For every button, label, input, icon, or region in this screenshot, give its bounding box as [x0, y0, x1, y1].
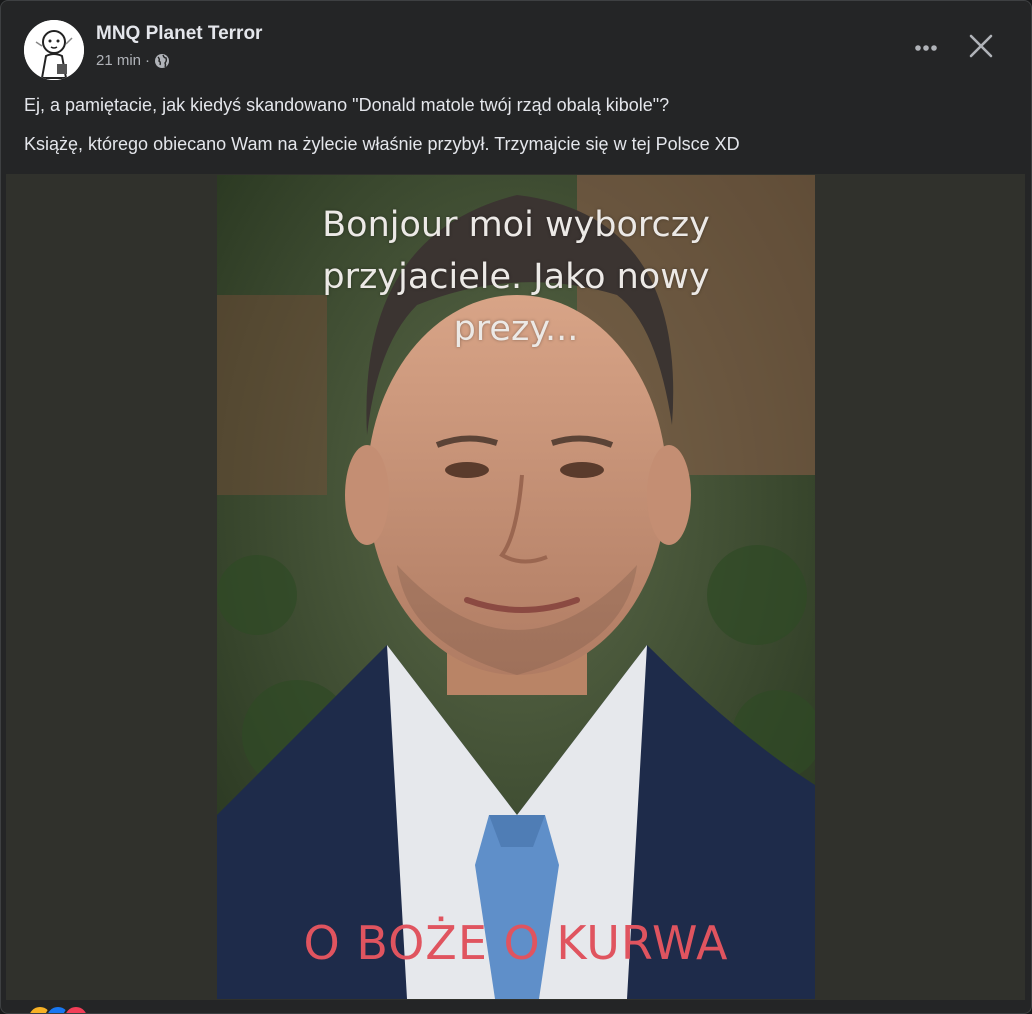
close-button[interactable]	[961, 28, 1001, 68]
post-header: MNQ Planet Terror 21 min ·	[1, 1, 1031, 91]
more-horizontal-icon	[914, 39, 938, 57]
post-text: Ej, a pamiętacie, jak kiedyś skandowano …	[24, 93, 1011, 171]
meme-image[interactable]: Bonjour moi wyborczy przyjaciele. Jako n…	[217, 175, 815, 999]
meta-separator: ·	[145, 52, 151, 69]
post-meta: 21 min ·	[96, 51, 170, 71]
post-card: MNQ Planet Terror 21 min · Ej, a pamięta…	[0, 0, 1032, 1014]
avatar-drawing	[24, 20, 84, 80]
post-text-line-1: Ej, a pamiętacie, jak kiedyś skandowano …	[24, 95, 670, 115]
meme-bottom-text: O BOŻE O KURWA	[303, 916, 729, 970]
meme-top-text: Bonjour moi wyborczy przyjaciele. Jako n…	[322, 205, 710, 349]
avatar[interactable]	[24, 20, 84, 80]
post-text-line-2: Książę, którego obiecano Wam na żylecie …	[24, 134, 740, 154]
post-time[interactable]: 21 min	[96, 51, 141, 71]
more-options-button[interactable]	[906, 28, 946, 68]
love-reaction-icon	[63, 1005, 89, 1013]
close-icon	[969, 34, 993, 63]
post-media[interactable]: Bonjour moi wyborczy przyjaciele. Jako n…	[6, 174, 1025, 1000]
author-name[interactable]: MNQ Planet Terror	[96, 22, 262, 46]
globe-icon[interactable]	[154, 53, 170, 69]
